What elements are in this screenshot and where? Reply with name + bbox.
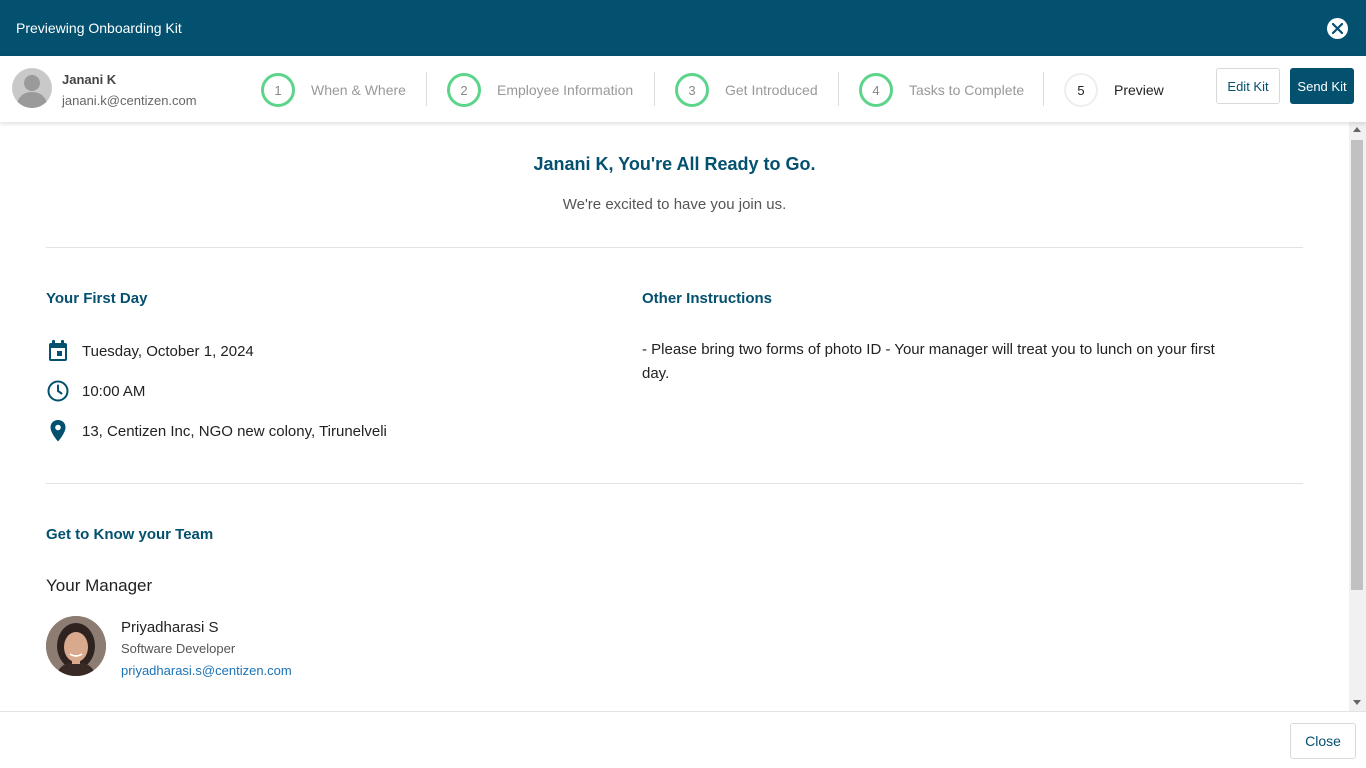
section-divider xyxy=(46,247,1303,248)
dialog-footer: Close xyxy=(0,711,1366,768)
step-when-where[interactable]: 1 When & Where xyxy=(261,73,406,107)
ready-headline: Janani K, You're All Ready to Go. xyxy=(533,154,816,174)
close-circle-icon[interactable] xyxy=(1327,18,1348,39)
send-kit-button[interactable]: Send Kit xyxy=(1290,68,1354,104)
welcome-subline: We're excited to have you join us. xyxy=(562,196,787,213)
step-number: 5 xyxy=(1064,73,1098,107)
calendar-icon xyxy=(46,339,70,363)
edit-kit-button[interactable]: Edit Kit xyxy=(1216,68,1280,104)
first-day-time-row: 10:00 AM xyxy=(46,379,145,403)
first-day-location-row: 13, Centizen Inc, NGO new colony, Tirune… xyxy=(46,419,387,443)
user-email: janani.k@centizen.com xyxy=(62,93,197,108)
dialog-titlebar: Previewing Onboarding Kit xyxy=(0,0,1366,56)
dialog-title: Previewing Onboarding Kit xyxy=(16,20,182,36)
manager-role: Software Developer xyxy=(121,641,236,656)
step-label: Employee Information xyxy=(497,82,634,98)
step-label: Tasks to Complete xyxy=(909,82,1025,98)
scrollbar-thumb[interactable] xyxy=(1351,140,1363,590)
location-pin-icon xyxy=(46,419,70,443)
manager-avatar xyxy=(46,616,106,676)
step-get-introduced[interactable]: 3 Get Introduced xyxy=(675,73,818,107)
user-name: Janani K xyxy=(62,72,117,87)
step-divider xyxy=(1043,72,1044,106)
other-instructions-text: - Please bring two forms of photo ID - Y… xyxy=(642,341,1215,382)
scroll-up-arrow-icon[interactable] xyxy=(1353,127,1361,132)
step-number: 3 xyxy=(675,73,709,107)
user-placeholder-icon xyxy=(12,68,52,108)
preview-content: Janani K, You're All Ready to Go. We're … xyxy=(0,122,1349,711)
first-day-date: Tuesday, October 1, 2024 xyxy=(82,342,254,360)
step-divider xyxy=(838,72,839,106)
content-scrollbar[interactable] xyxy=(1349,122,1366,711)
step-divider xyxy=(426,72,427,106)
step-label: Get Introduced xyxy=(725,82,818,98)
first-day-time: 10:00 AM xyxy=(82,382,146,400)
step-number: 1 xyxy=(261,73,295,107)
close-button[interactable]: Close xyxy=(1290,723,1356,759)
step-label: When & Where xyxy=(311,82,406,98)
manager-email-link[interactable]: priyadharasi.s@centizen.com xyxy=(121,663,292,678)
team-title: Get to Know your Team xyxy=(46,526,214,543)
stepper-bar: Janani K janani.k@centizen.com 1 When & … xyxy=(0,56,1366,122)
step-number: 2 xyxy=(447,73,481,107)
scroll-down-arrow-icon[interactable] xyxy=(1353,700,1361,705)
manager-name: Priyadharasi S xyxy=(121,619,219,636)
first-day-date-row: Tuesday, October 1, 2024 xyxy=(46,339,254,363)
step-tasks-to-complete[interactable]: 4 Tasks to Complete xyxy=(859,73,1024,107)
step-number: 4 xyxy=(859,73,893,107)
first-day-location: 13, Centizen Inc, NGO new colony, Tirune… xyxy=(82,422,387,440)
step-divider xyxy=(654,72,655,106)
step-preview[interactable]: 5 Preview xyxy=(1064,73,1164,107)
manager-heading: Your Manager xyxy=(46,576,153,595)
section-divider xyxy=(46,483,1303,484)
first-day-title: Your First Day xyxy=(46,290,148,307)
step-label: Preview xyxy=(1114,82,1164,98)
step-employee-information[interactable]: 2 Employee Information xyxy=(447,73,633,107)
clock-icon xyxy=(46,379,70,403)
other-instructions-title: Other Instructions xyxy=(642,290,773,307)
